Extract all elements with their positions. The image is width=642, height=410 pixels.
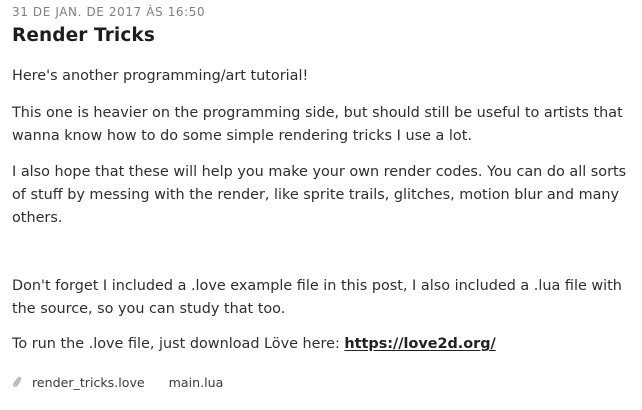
post-paragraph-3: I also hope that these will help you mak… — [12, 164, 627, 226]
post-paragraph-2: This one is heavier on the programming s… — [12, 105, 623, 144]
download-instructions: To run the .love file, just download Löv… — [12, 336, 345, 352]
post-title-text[interactable]: Render Tricks — [12, 25, 155, 46]
post-title[interactable]: Render Tricks — [12, 25, 155, 46]
post-date: 31 DE JAN. DE 2017 ÀS 16:50 — [12, 5, 206, 19]
attachments: render_tricks.love main.lua — [12, 372, 247, 392]
paperclip-icon — [13, 376, 22, 387]
attachment-main-lua[interactable]: main.lua — [169, 375, 224, 390]
post-paragraph-1: Here's another programming/art tutorial! — [12, 68, 309, 84]
post-paragraph-4: Don't forget I included a .love example … — [12, 278, 622, 317]
attachment-render-tricks-love[interactable]: render_tricks.love — [32, 375, 145, 390]
love2d-link[interactable]: https://love2d.org/ — [344, 336, 495, 352]
post-paragraph-5: To run the .love file, just download Löv… — [12, 333, 634, 356]
